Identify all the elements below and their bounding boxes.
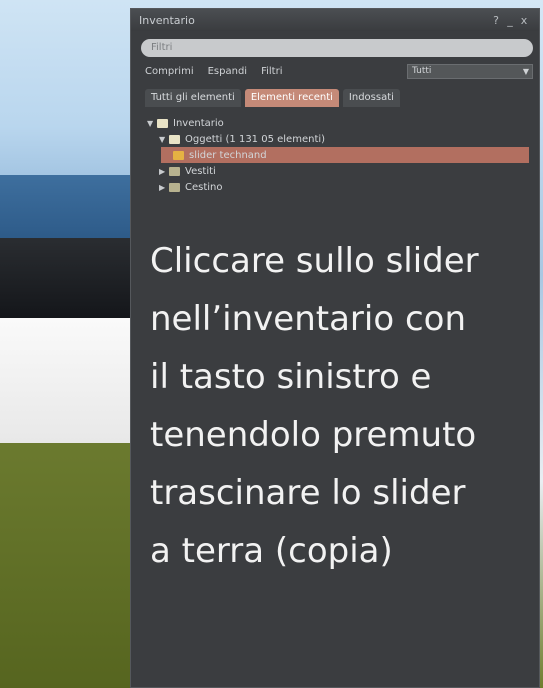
inventory-tabs: Tutti gli elementi Elementi recenti Indo… xyxy=(145,89,533,107)
inventory-tree: ▼ Inventario ▼ Oggetti (1 131 05 element… xyxy=(131,115,539,195)
instruction-line: il tasto sinistro e xyxy=(150,357,432,397)
clothing-folder-icon xyxy=(169,166,180,176)
tree-label: Cestino xyxy=(185,181,223,193)
close-icon[interactable]: x xyxy=(517,14,531,27)
window-titlebar[interactable]: Inventario ? _ x xyxy=(131,9,539,31)
filters-menu[interactable]: Filtri xyxy=(257,66,286,77)
tab-recent-items[interactable]: Elementi recenti xyxy=(244,89,339,107)
instruction-line: trascinare lo slider xyxy=(150,473,466,513)
instruction-line: Cliccare sullo slider xyxy=(150,241,479,281)
tree-row-objects[interactable]: ▼ Oggetti (1 131 05 elementi) xyxy=(131,131,539,147)
tree-row-inventory[interactable]: ▼ Inventario xyxy=(131,115,539,131)
tree-label: Inventario xyxy=(173,117,224,129)
instruction-overlay: Cliccare sullo slider nell’inventario co… xyxy=(150,232,535,580)
trash-icon xyxy=(169,182,180,192)
tree-row-clothing[interactable]: ▶ Vestiti xyxy=(131,163,539,179)
collapse-menu[interactable]: Comprimi xyxy=(141,66,198,77)
tab-all-items[interactable]: Tutti gli elementi xyxy=(145,89,241,107)
filter-dropdown[interactable]: Tutti ▼ xyxy=(407,63,533,79)
instruction-line: nell’inventario con xyxy=(150,299,466,339)
minimize-icon[interactable]: _ xyxy=(503,14,517,27)
filter-value: Tutti xyxy=(412,65,432,76)
instruction-line: a terra (copia) xyxy=(150,531,393,571)
tree-label: slider technand xyxy=(189,149,267,161)
tab-worn[interactable]: Indossati xyxy=(342,89,400,107)
collapse-arrow-icon[interactable]: ▶ xyxy=(159,167,169,176)
help-icon[interactable]: ? xyxy=(489,14,503,27)
tree-row-trash[interactable]: ▶ Cestino xyxy=(131,179,539,195)
box-folder-icon xyxy=(169,134,180,144)
folder-icon xyxy=(157,118,168,128)
window-title: Inventario xyxy=(139,13,195,27)
collapse-arrow-icon[interactable]: ▶ xyxy=(159,183,169,192)
expand-menu[interactable]: Espandi xyxy=(204,66,251,77)
water-area xyxy=(0,175,140,245)
grass-ground[interactable] xyxy=(0,443,140,688)
expand-arrow-icon[interactable]: ▼ xyxy=(147,119,157,128)
search-input[interactable]: Filtri xyxy=(141,39,533,57)
tree-row-slider[interactable]: slider technand xyxy=(161,147,529,163)
white-surface xyxy=(0,318,140,443)
tree-label: Oggetti (1 131 05 elementi) xyxy=(185,133,326,145)
tree-label: Vestiti xyxy=(185,165,216,177)
inventory-menubar: Comprimi Espandi Filtri Tutti ▼ xyxy=(141,63,533,79)
dark-object xyxy=(0,238,140,318)
object-icon xyxy=(173,150,184,160)
instruction-line: tenendolo premuto xyxy=(150,415,477,455)
expand-arrow-icon[interactable]: ▼ xyxy=(159,135,169,144)
chevron-down-icon: ▼ xyxy=(522,66,529,76)
